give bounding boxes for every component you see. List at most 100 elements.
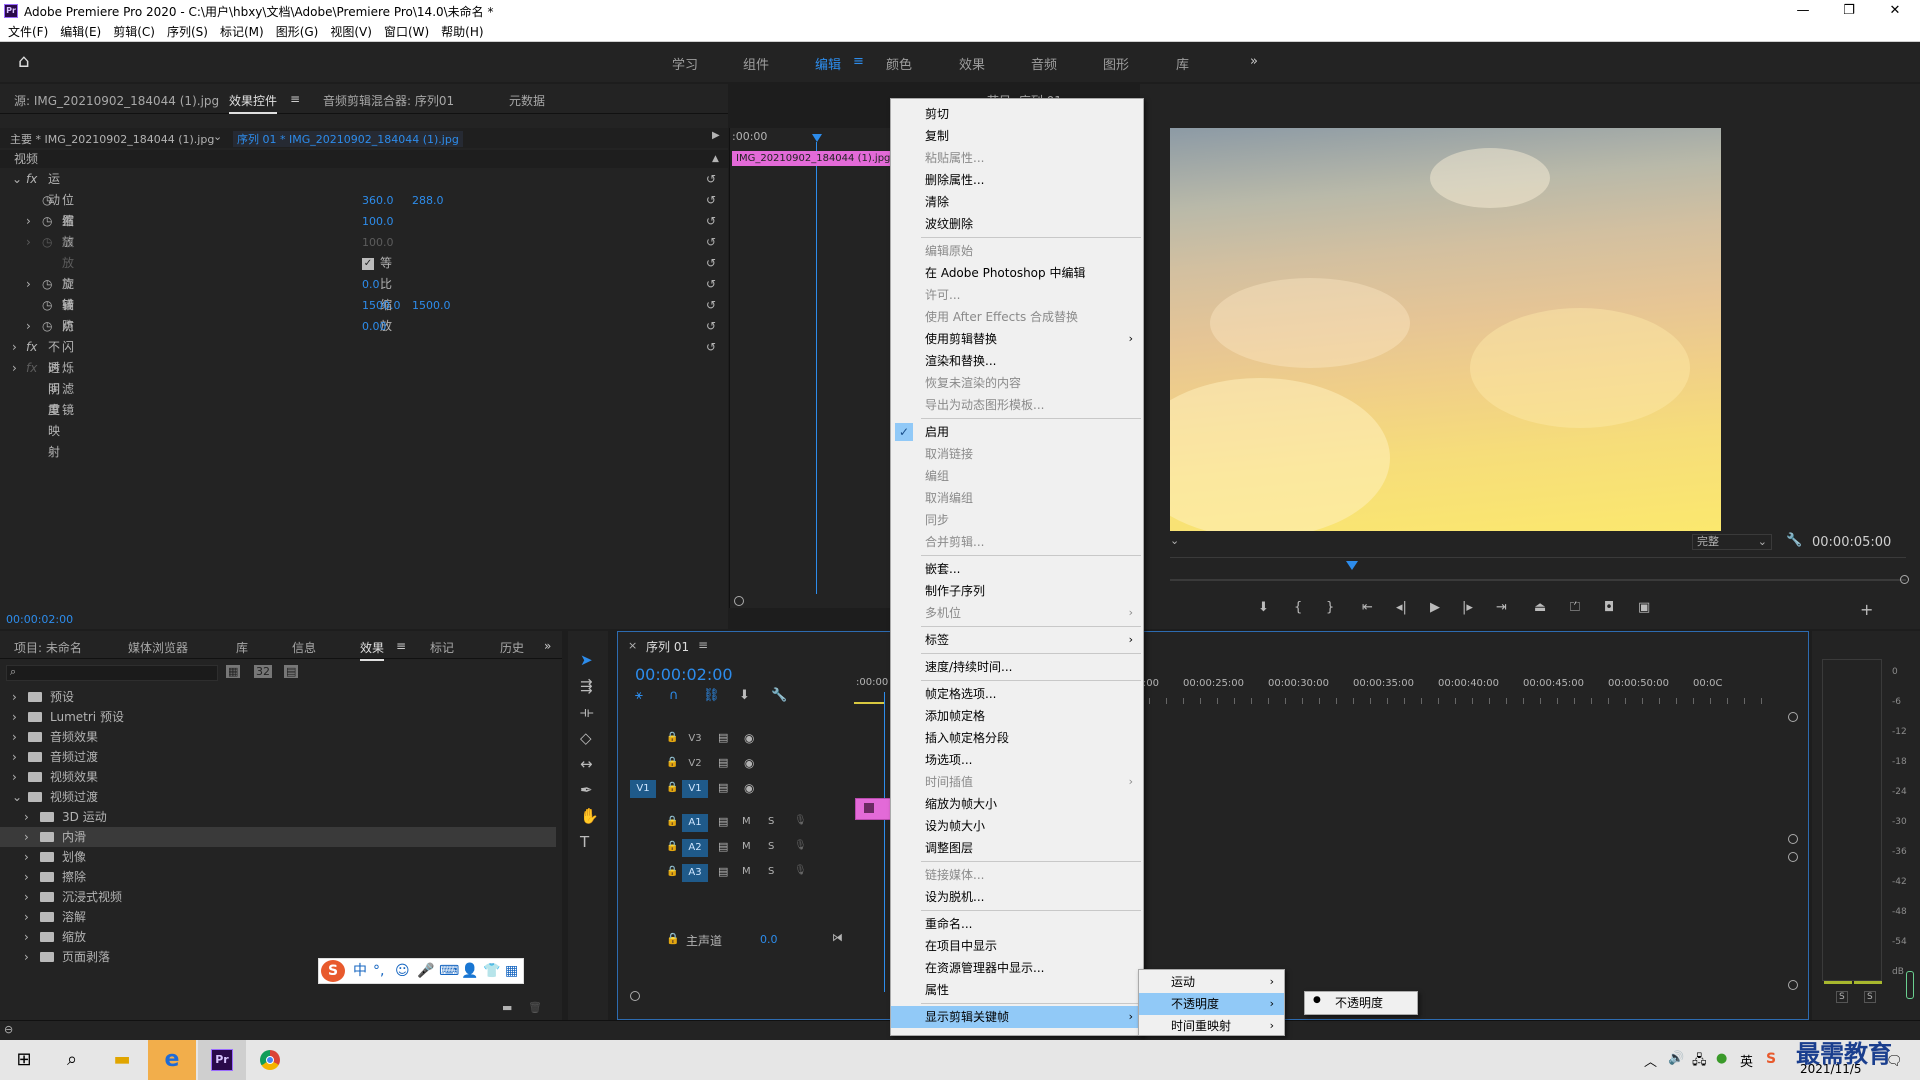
eye-icon[interactable]: ◉: [744, 731, 754, 745]
workspace-graphics[interactable]: 图形: [1103, 54, 1129, 73]
reset-scale-width-icon[interactable]: ↺: [706, 232, 716, 253]
context-menu-item[interactable]: 显示剪辑关键帧 ›: [891, 1006, 1143, 1028]
track-target-toggle[interactable]: A2: [682, 839, 708, 857]
tab-info[interactable]: 信息: [292, 639, 316, 656]
fx-opacity-icon[interactable]: fx: [26, 337, 37, 358]
add-button-icon[interactable]: +: [1860, 600, 1873, 619]
mute-button[interactable]: M: [742, 866, 751, 877]
panel-menu-icon[interactable]: ≡: [396, 639, 406, 653]
lift-icon[interactable]: ⏏: [1534, 600, 1546, 615]
reset-scale-icon[interactable]: ↺: [706, 211, 716, 232]
context-menu-item[interactable]: 复制: [891, 125, 1143, 147]
meter-scroll-handle[interactable]: [1906, 971, 1914, 999]
delete-icon[interactable]: 🗑: [528, 1001, 542, 1014]
context-menu-item[interactable]: 清除: [891, 191, 1143, 213]
workspace-menu-icon[interactable]: ≡: [853, 54, 864, 69]
program-timecode[interactable]: 00:00:05:00: [1812, 535, 1891, 550]
scale-value[interactable]: 100.0: [362, 211, 394, 232]
context-menu-item[interactable]: 属性: [891, 979, 1143, 1001]
reset-rotation-icon[interactable]: ↺: [706, 274, 716, 295]
workspace-effects[interactable]: 效果: [959, 54, 985, 73]
anchor-y-value[interactable]: 1500.0: [412, 295, 451, 316]
razor-tool-icon[interactable]: ◇: [580, 729, 592, 747]
play-only-icon[interactable]: ▶: [712, 130, 720, 141]
master-track-value[interactable]: 0.0: [760, 933, 778, 946]
reset-uniform-icon[interactable]: ↺: [706, 253, 716, 274]
context-menu-item[interactable]: 添加帧定格: [891, 705, 1143, 727]
track-target-toggle[interactable]: A1: [682, 814, 708, 832]
expand-opacity-icon[interactable]: ›: [12, 337, 17, 358]
keyboard-icon[interactable]: ⌨: [439, 959, 459, 983]
expand-time-remap-icon[interactable]: ›: [12, 358, 17, 379]
position-y-value[interactable]: 288.0: [412, 190, 444, 211]
sync-lock-icon[interactable]: ▤: [718, 781, 728, 794]
solo-button[interactable]: S: [768, 841, 774, 852]
stopwatch-antiflicker-icon[interactable]: ◷: [42, 316, 52, 337]
tab-metadata[interactable]: 元数据: [509, 92, 545, 109]
chevron-right-icon[interactable]: ›: [24, 887, 29, 907]
effects-tree-item[interactable]: › Lumetri 预设: [0, 707, 556, 727]
microphone-icon[interactable]: 🎙: [794, 865, 807, 876]
menu-window[interactable]: 窗口(W): [378, 22, 435, 42]
search-icon[interactable]: ⌕: [48, 1040, 96, 1080]
sync-lock-icon[interactable]: ▤: [718, 815, 728, 828]
submenu-opacity-item[interactable]: 不透明度: [1305, 992, 1417, 1014]
tab-project[interactable]: 项目: 未命名: [14, 639, 82, 656]
program-video-frame[interactable]: [1170, 128, 1721, 531]
stopwatch-scale-icon[interactable]: ◷: [42, 211, 52, 232]
tab-source[interactable]: 源: IMG_20210902_184044 (1).jpg: [14, 92, 219, 109]
v2-clip[interactable]: [855, 798, 895, 820]
effects-tree-item[interactable]: ⌄ 视频过渡: [0, 787, 556, 807]
workspace-learn[interactable]: 学习: [672, 54, 698, 73]
chevron-right-icon[interactable]: ›: [24, 827, 29, 847]
camera-icon[interactable]: ◘: [1604, 600, 1614, 615]
tray-app-icon[interactable]: ●: [1716, 1051, 1727, 1066]
file-explorer-icon[interactable]: ▬: [98, 1040, 146, 1080]
more-panels-icon[interactable]: »: [544, 639, 551, 653]
video-scroll-handle-icon[interactable]: [1788, 712, 1798, 722]
context-menu-item[interactable]: 重命名...: [891, 913, 1143, 935]
tab-sequence[interactable]: 序列 01: [646, 638, 689, 655]
go-to-in-icon[interactable]: ⇤: [1362, 600, 1373, 615]
context-menu-item[interactable]: 使用剪辑替换 ›: [891, 328, 1143, 350]
effects-tree-item[interactable]: › 音频效果: [0, 727, 556, 747]
tab-libraries[interactable]: 库: [236, 639, 248, 656]
antiflicker-value[interactable]: 0.00: [362, 316, 387, 337]
source-patch-v1[interactable]: V1: [630, 780, 656, 798]
audio-scroll-handle-icon[interactable]: [1788, 980, 1798, 990]
lock-icon[interactable]: 🔒: [666, 816, 678, 827]
input-method-icon[interactable]: 英: [1740, 1051, 1753, 1070]
keyframes-submenu-item[interactable]: 运动 ›: [1139, 971, 1284, 993]
effects-tree-item[interactable]: › 音频过渡: [0, 747, 556, 767]
program-zoom-bar[interactable]: [1170, 579, 1906, 581]
accelerated-effects-icon[interactable]: ▦: [226, 665, 241, 678]
snap-icon[interactable]: ∩: [669, 688, 679, 703]
program-playhead-icon[interactable]: [1346, 561, 1358, 570]
home-icon[interactable]: ⌂: [18, 52, 38, 72]
context-menu-item[interactable]: 在项目中显示: [891, 935, 1143, 957]
wrench-icon[interactable]: 🔧: [771, 688, 787, 703]
effects-tree-item[interactable]: › 内滑: [0, 827, 556, 847]
ie-browser-icon[interactable]: e: [148, 1040, 196, 1080]
context-menu-item[interactable]: 嵌套...: [891, 558, 1143, 580]
audio-scroll-handle-icon[interactable]: [1788, 852, 1798, 862]
sync-lock-icon[interactable]: ▤: [718, 756, 728, 769]
chevron-right-icon[interactable]: ›: [12, 747, 17, 767]
sogou-tray-icon[interactable]: S: [1766, 1051, 1776, 1067]
context-menu-item[interactable]: 剪切: [891, 103, 1143, 125]
chevron-up-icon[interactable]: ︿: [1644, 1051, 1657, 1070]
tab-history[interactable]: 历史: [500, 639, 524, 656]
zoom-handle-icon[interactable]: [1900, 575, 1909, 584]
ripple-edit-tool-icon[interactable]: ⟛: [580, 703, 594, 721]
expand-motion-icon[interactable]: ⌄: [12, 169, 22, 190]
nest-icon[interactable]: ⚹: [635, 688, 643, 703]
effects-tree-item[interactable]: › 缩放: [0, 927, 556, 947]
panel-menu-icon[interactable]: ≡: [290, 92, 300, 106]
solo-left-button[interactable]: S: [1836, 991, 1848, 1003]
context-menu-item[interactable]: 渲染和替换...: [891, 350, 1143, 372]
sync-lock-icon[interactable]: ▤: [718, 731, 728, 744]
chevron-right-icon[interactable]: ›: [12, 767, 17, 787]
lock-icon[interactable]: 🔒: [666, 866, 678, 877]
menu-file[interactable]: 文件(F): [2, 22, 54, 42]
punctuation-icon[interactable]: °,: [373, 959, 384, 983]
